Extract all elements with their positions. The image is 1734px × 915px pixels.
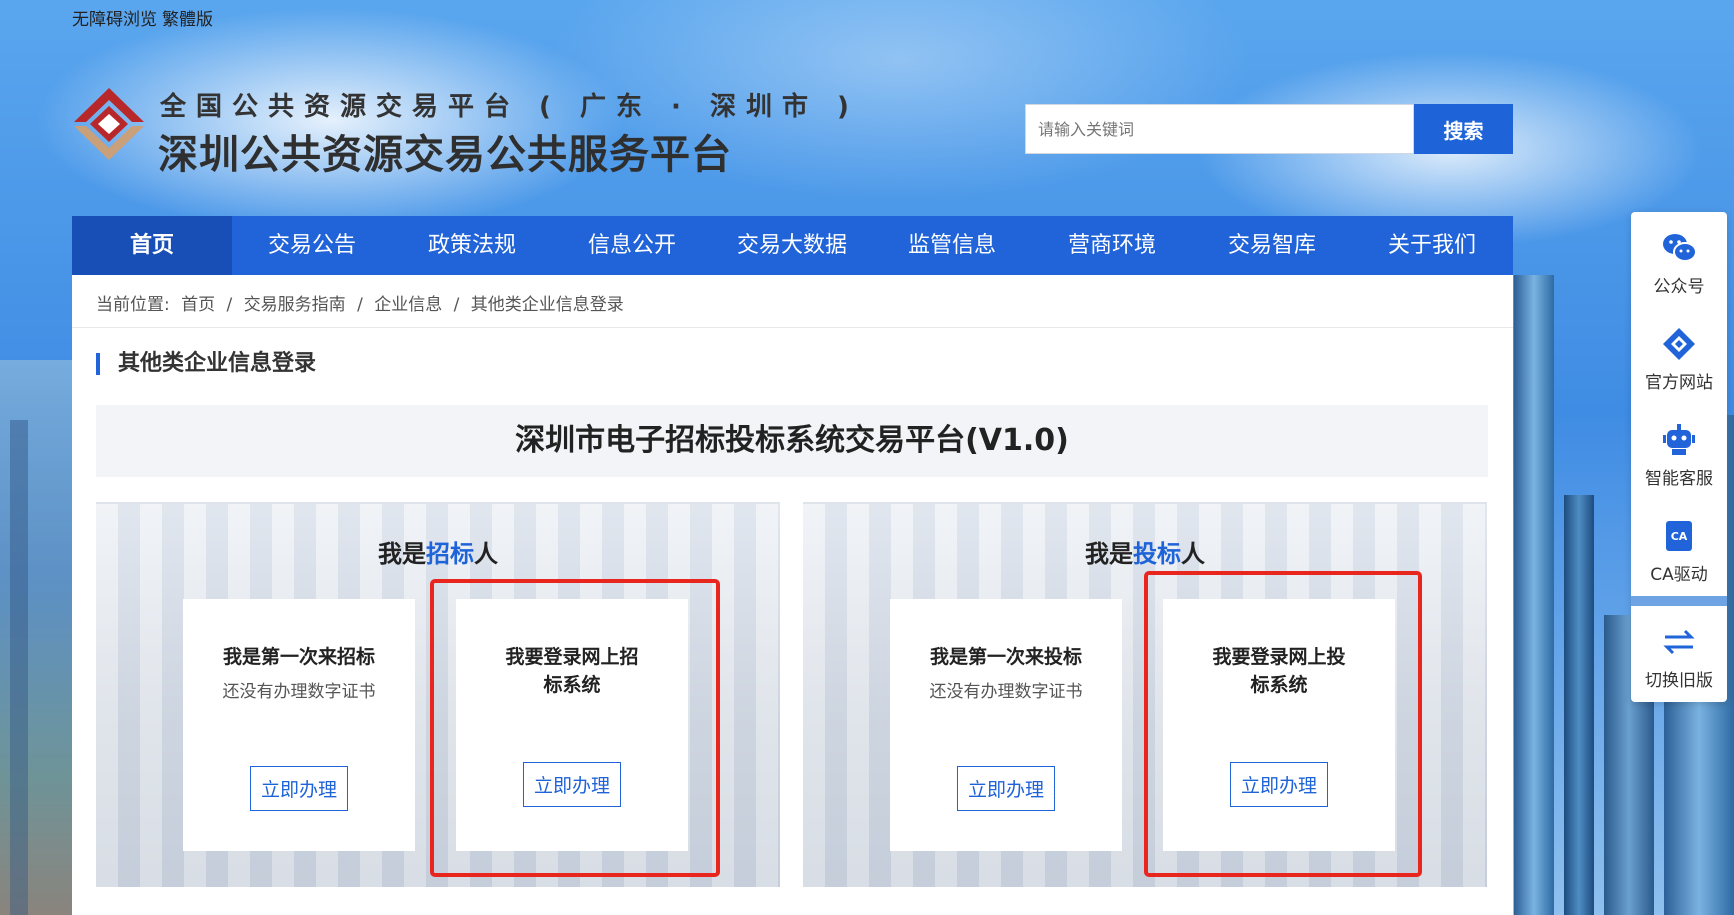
switch-icon: [1663, 629, 1695, 655]
logo-title: 深圳公共资源交易公共服务平台: [158, 132, 732, 178]
tenderer-panel-title: 我是招标人: [378, 540, 498, 568]
sidebar-item-wechat[interactable]: 公众号: [1631, 212, 1727, 308]
breadcrumb-enterprise[interactable]: 企业信息: [374, 295, 442, 315]
nav-item-announcements[interactable]: 交易公告: [232, 216, 392, 275]
sidebar-divider: [1631, 596, 1727, 606]
svg-text:CA: CA: [1671, 530, 1688, 543]
platform-title: 深圳市电子招标投标系统交易平台(V1.0): [96, 405, 1488, 477]
sidebar-label: 公众号: [1653, 277, 1705, 297]
robot-icon: [1663, 424, 1695, 455]
breadcrumb-current: 其他类企业信息登录: [470, 295, 624, 315]
search-button[interactable]: 搜索: [1414, 104, 1513, 154]
sidebar-item-customer-service[interactable]: 智能客服: [1631, 404, 1727, 500]
nav-item-policies[interactable]: 政策法规: [392, 216, 552, 275]
wechat-icon: [1663, 234, 1697, 262]
website-icon: [1663, 328, 1695, 360]
bidder-first-time-card: 我是第一次来投标 还没有办理数字证书 立即办理: [890, 599, 1122, 851]
nav-item-big-data[interactable]: 交易大数据: [712, 216, 872, 275]
breadcrumb-separator: /: [226, 295, 233, 315]
site-logo[interactable]: 全国公共资源交易平台 ( 广东 · 深圳市 ) 深圳公共资源交易公共服务平台: [72, 86, 849, 178]
highlight-box-bidder-login: [1144, 571, 1422, 877]
nav-item-about[interactable]: 关于我们: [1352, 216, 1512, 275]
sidebar-label: 智能客服: [1645, 469, 1713, 489]
nav-item-think-tank[interactable]: 交易智库: [1192, 216, 1352, 275]
breadcrumb: 当前位置: 首页 / 交易服务指南 / 企业信息 / 其他类企业信息登录: [72, 275, 1513, 328]
top-bar: 无障碍浏览 繁體版: [0, 0, 1734, 34]
sidebar-item-switch-version[interactable]: 切换旧版: [1631, 606, 1727, 702]
bidder-panel-title: 我是投标人: [1085, 540, 1205, 568]
nav-item-home[interactable]: 首页: [72, 216, 232, 275]
logo-mark-icon: [74, 88, 144, 160]
accessible-browse-link[interactable]: 无障碍浏览: [72, 5, 157, 30]
traditional-chinese-link[interactable]: 繁體版: [162, 5, 213, 30]
tenderer-apply-button[interactable]: 立即办理: [249, 766, 349, 811]
sidebar-item-ca-driver[interactable]: CA CA驱动: [1631, 500, 1727, 596]
sidebar-label: 切换旧版: [1645, 671, 1713, 691]
breadcrumb-prefix: 当前位置:: [96, 295, 170, 315]
ca-icon: CA: [1666, 521, 1692, 551]
nav-item-disclosure[interactable]: 信息公开: [552, 216, 712, 275]
card-subtitle: 还没有办理数字证书: [222, 682, 376, 702]
breadcrumb-separator: /: [453, 295, 460, 315]
card-title: 我是第一次来招标: [222, 646, 375, 668]
main-nav: 首页 交易公告 政策法规 信息公开 交易大数据 监管信息 营商环境 交易智库 关…: [72, 216, 1513, 275]
floating-sidebar: 公众号 官方网站 智能客服 CA CA驱动 切换旧版: [1631, 212, 1727, 702]
search-bar: 搜索: [1025, 104, 1513, 154]
city-skyline-left: [0, 360, 72, 915]
highlight-box-tenderer-login: [430, 579, 720, 877]
sidebar-label: 官方网站: [1645, 373, 1713, 393]
bidder-apply-button[interactable]: 立即办理: [956, 766, 1056, 811]
nav-item-supervision[interactable]: 监管信息: [872, 216, 1032, 275]
sidebar-label: CA驱动: [1650, 565, 1708, 585]
logo-subtitle: 全国公共资源交易平台 ( 广东 · 深圳市 ): [160, 92, 859, 122]
card-title: 我是第一次来投标: [929, 646, 1082, 668]
breadcrumb-home[interactable]: 首页: [181, 295, 215, 315]
card-subtitle: 还没有办理数字证书: [929, 682, 1083, 702]
section-title: 其他类企业信息登录: [96, 353, 316, 375]
breadcrumb-guide[interactable]: 交易服务指南: [244, 295, 346, 315]
nav-item-business-env[interactable]: 营商环境: [1032, 216, 1192, 275]
breadcrumb-separator: /: [357, 295, 363, 315]
search-input[interactable]: [1025, 104, 1414, 154]
sidebar-item-website[interactable]: 官方网站: [1631, 308, 1727, 404]
tenderer-first-time-card: 我是第一次来招标 还没有办理数字证书 立即办理: [183, 599, 415, 851]
